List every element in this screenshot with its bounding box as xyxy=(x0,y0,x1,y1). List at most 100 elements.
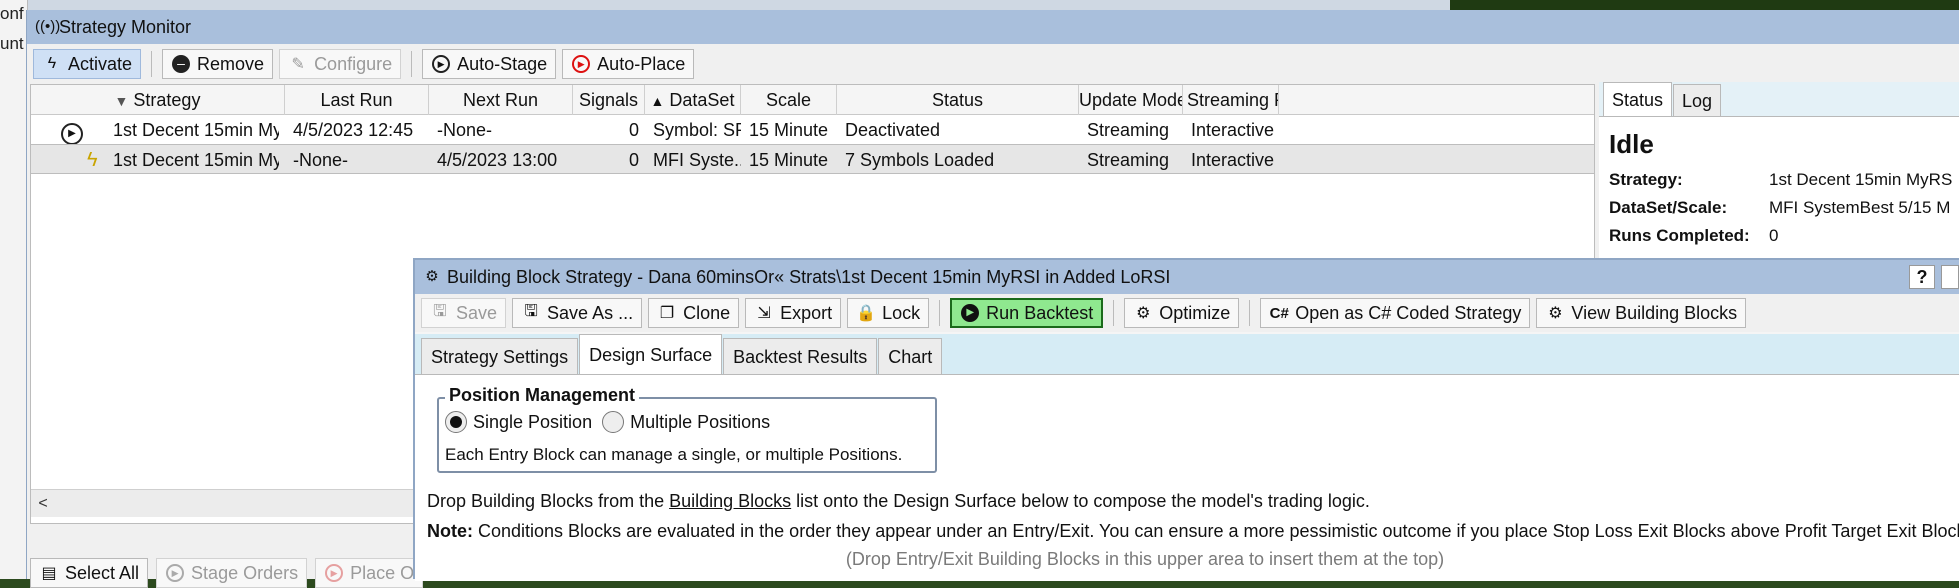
note-text: Note: Conditions Blocks are evaluated in… xyxy=(427,521,1959,541)
activate-button[interactable]: ϟ Activate xyxy=(33,49,142,79)
lock-icon: 🔒 xyxy=(856,305,877,322)
cell-signals: 0 xyxy=(628,150,639,170)
help-button[interactable]: ? xyxy=(1909,265,1935,289)
radio-selected-icon xyxy=(445,411,467,433)
place-orders-button[interactable]: ▶ Place O xyxy=(315,558,424,588)
building-blocks-link[interactable]: Building Blocks xyxy=(669,491,791,511)
window-title: Strategy Monitor xyxy=(59,16,192,37)
export-icon: ⇲ xyxy=(757,305,771,322)
cell-scale: 15 Minute xyxy=(749,120,829,140)
cell-status: Deactivated xyxy=(845,120,941,140)
clone-button[interactable]: ❐ Clone xyxy=(648,298,740,328)
toolbar-separator xyxy=(1249,300,1251,326)
toolbar-separator xyxy=(151,51,153,77)
gear-icon: ⚙ xyxy=(1136,305,1151,322)
auto-stage-button[interactable]: ▶ Auto-Stage xyxy=(422,49,557,79)
csharp-icon: C# xyxy=(1269,304,1289,322)
column-header-update-mode[interactable]: Update Mode xyxy=(1079,85,1183,115)
column-header-dataset[interactable]: ▲ DataSet xyxy=(645,85,741,115)
column-header-status[interactable]: Status xyxy=(837,85,1079,115)
optimize-button[interactable]: ⚙ Optimize xyxy=(1124,298,1240,328)
column-header-signals[interactable]: Signals xyxy=(573,85,645,115)
drop-instructions: Drop Building Blocks from the Building B… xyxy=(427,491,1370,511)
toolbar-separator xyxy=(411,51,413,77)
minimize-button[interactable] xyxy=(1941,265,1959,289)
tab-log[interactable]: Log xyxy=(1673,84,1722,116)
column-header-last-run[interactable]: Last Run xyxy=(285,85,429,115)
lock-button[interactable]: 🔒 Lock xyxy=(847,298,930,328)
tab-chart[interactable]: Chart xyxy=(878,338,943,374)
status-panel: Status Log Idle Strategy: 1st Decent 15m… xyxy=(1599,82,1959,286)
group-title: Position Management xyxy=(445,385,640,406)
building-block-window: ⚙ Building Block Strategy - Dana 60minsO… xyxy=(413,258,1959,581)
remove-button[interactable]: – Remove xyxy=(162,49,274,79)
sort-asc-icon: ▲ xyxy=(650,93,665,109)
play-circle-red-icon: ▶ xyxy=(324,563,344,583)
cell-scale: 15 Minute xyxy=(749,150,829,170)
broadcast-icon: ((•)) xyxy=(35,18,61,35)
open-csharp-button[interactable]: C# Open as C# Coded Strategy xyxy=(1260,298,1531,328)
cell-next-run: 4/5/2023 13:00 xyxy=(437,150,558,170)
cell-last-run: -None- xyxy=(293,150,349,170)
status-state: Idle xyxy=(1609,129,1654,159)
select-all-button[interactable]: ▤ Select All xyxy=(30,558,149,588)
copy-icon: ❐ xyxy=(659,305,675,322)
cell-provider: Interactive Br xyxy=(1191,120,1279,140)
save-button[interactable]: 🖫 Save xyxy=(421,298,507,328)
table-row[interactable]: ▶ 1st Decent 15min MyRSI in 4/5/2023 12:… xyxy=(31,115,1594,145)
builder-toolbar: 🖫 Save 🖫 Save As ... ❐ Clone ⇲ Export 🔒 … xyxy=(415,294,1959,332)
save-as-button[interactable]: 🖫 Save As ... xyxy=(512,298,643,328)
play-circle-icon: ▶ xyxy=(165,563,185,583)
status-field: Runs Completed: 0 xyxy=(1609,226,1779,245)
tab-status[interactable]: Status xyxy=(1603,82,1673,116)
builder-tabs: Strategy Settings Design Surface Backtes… xyxy=(415,334,1959,374)
multiple-positions-radio[interactable]: Multiple Positions xyxy=(602,411,770,433)
export-button[interactable]: ⇲ Export xyxy=(745,298,842,328)
play-circle-icon[interactable]: ▶ xyxy=(61,115,91,145)
single-position-radio[interactable]: Single Position xyxy=(445,411,592,433)
position-management-description: Each Entry Block can manage a single, or… xyxy=(445,445,903,464)
cell-next-run: -None- xyxy=(437,120,493,140)
background-dark-area xyxy=(1450,0,1959,10)
cell-provider: Interactive Br xyxy=(1191,150,1279,170)
configure-button[interactable]: ✎ Configure xyxy=(279,49,402,79)
blocks-icon: ⚙ xyxy=(1548,305,1563,322)
strategy-monitor-titlebar[interactable]: ((•)) Strategy Monitor xyxy=(27,10,1959,44)
auto-place-button[interactable]: ▶ Auto-Place xyxy=(562,49,695,79)
minus-circle-icon: – xyxy=(171,54,191,74)
column-header-streaming-provider[interactable]: Streaming Pro xyxy=(1183,85,1279,115)
grid-header: ▼ Strategy Last Run Next Run Signals ▲ D… xyxy=(31,85,1594,115)
play-circle-icon: ▶ xyxy=(960,303,980,323)
cell-signals: 0 xyxy=(628,120,639,140)
background-text-fragment: onf xyxy=(0,4,24,23)
scroll-left-icon[interactable]: < xyxy=(31,490,55,518)
blocks-icon: ⚙ xyxy=(425,268,439,285)
play-circle-red-icon: ▶ xyxy=(571,54,591,74)
status-field: Strategy: 1st Decent 15min MyRS xyxy=(1609,170,1953,189)
column-header-scale[interactable]: Scale xyxy=(741,85,837,115)
tab-strategy-settings[interactable]: Strategy Settings xyxy=(421,338,579,374)
background-text-fragment: unt xyxy=(0,34,24,53)
column-header-next-run[interactable]: Next Run xyxy=(429,85,573,115)
drop-hint: (Drop Entry/Exit Building Blocks in this… xyxy=(845,549,1445,569)
tab-backtest-results[interactable]: Backtest Results xyxy=(723,338,878,374)
toolbar-separator xyxy=(939,300,941,326)
position-management-group: Position Management Single Position Mult… xyxy=(437,385,937,473)
run-backtest-button[interactable]: ▶ Run Backtest xyxy=(950,298,1104,328)
table-row[interactable]: ϟ 1st Decent 15min MyRSI in -None- 4/5/2… xyxy=(31,144,1594,174)
column-header-strategy[interactable]: ▼ Strategy xyxy=(31,85,285,115)
status-field: DataSet/Scale: MFI SystemBest 5/15 M xyxy=(1609,198,1951,217)
cell-dataset: Symbol: SPY xyxy=(653,120,741,140)
cell-strategy: 1st Decent 15min MyRSI in xyxy=(113,150,279,170)
monitor-toolbar: ϟ Activate – Remove ✎ Configure ▶ Auto-S… xyxy=(27,44,1959,84)
save-icon: 🖫 xyxy=(524,302,538,320)
sort-desc-icon: ▼ xyxy=(114,93,129,109)
stage-orders-button[interactable]: ▶ Stage Orders xyxy=(156,558,308,588)
cell-dataset: MFI Syste... xyxy=(653,150,741,170)
tab-design-surface[interactable]: Design Surface xyxy=(579,334,723,374)
select-all-icon: ▤ xyxy=(41,565,57,582)
play-circle-icon: ▶ xyxy=(431,54,451,74)
view-building-blocks-button[interactable]: ⚙ View Building Blocks xyxy=(1536,298,1747,328)
cell-update-mode: Streaming xyxy=(1087,120,1170,140)
builder-titlebar[interactable]: ⚙ Building Block Strategy - Dana 60minsO… xyxy=(415,260,1959,294)
